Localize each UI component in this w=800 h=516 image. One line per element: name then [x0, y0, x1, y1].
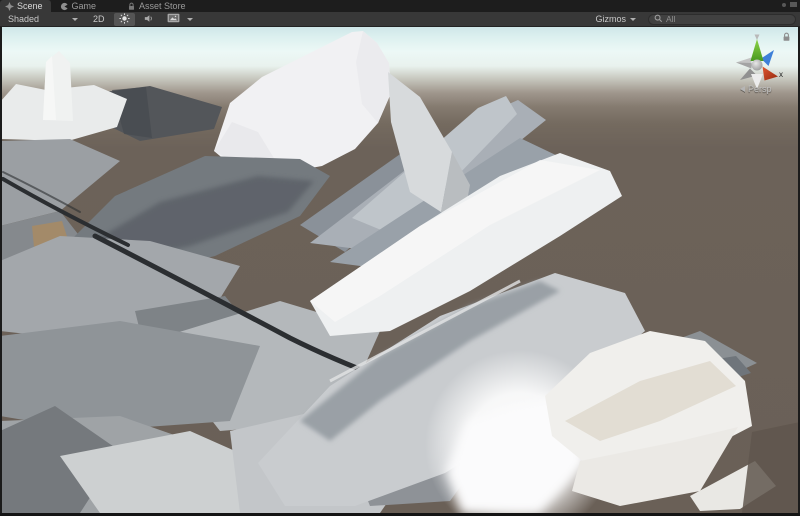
tab-game-label: Game [72, 0, 97, 12]
tab-scene-label: Scene [17, 0, 43, 12]
gizmo-hub[interactable] [752, 60, 763, 71]
lock-icon[interactable] [782, 29, 791, 47]
scene-viewport[interactable]: x Persp [0, 27, 800, 513]
2d-toggle-label: 2D [93, 14, 105, 24]
audio-toggle[interactable] [138, 13, 159, 26]
lighting-toggle[interactable] [114, 13, 135, 26]
gizmo-axis-x-cone[interactable] [763, 67, 779, 81]
shading-mode-dropdown[interactable]: Shaded [4, 13, 82, 26]
viewport-left-edge [0, 27, 2, 513]
search-icon [654, 14, 663, 25]
search-input[interactable]: All [648, 14, 796, 25]
tab-game[interactable]: Game [55, 0, 105, 12]
gizmo-axis-y-cone[interactable] [751, 39, 764, 61]
left-arrow-icon [740, 86, 745, 92]
scene-view-toolbar: Shaded 2D [0, 12, 800, 27]
gizmo-axis-z-cone[interactable] [761, 50, 774, 66]
tab-asset-store-label: Asset Store [139, 0, 186, 12]
panel-lock-icon[interactable] [782, 3, 786, 7]
effects-dropdown-arrow[interactable] [187, 18, 193, 21]
shading-mode-label: Shaded [8, 14, 39, 24]
projection-toggle[interactable]: Persp [740, 84, 772, 94]
panel-tab-bar: Scene Game Asset Store [0, 0, 800, 12]
projection-label: Persp [748, 84, 772, 94]
panel-menu-icon[interactable] [790, 2, 797, 7]
effects-toggle[interactable] [162, 13, 185, 26]
sun-icon [119, 13, 130, 26]
tab-asset-store[interactable]: Asset Store [122, 0, 194, 12]
chevron-down-icon [72, 18, 78, 21]
scene-geometry [0, 27, 800, 513]
speaker-icon [143, 13, 154, 26]
search-filter-label: All [666, 14, 675, 24]
gizmo-axis-left-cone-shade [736, 63, 752, 69]
game-icon [60, 2, 69, 11]
scene-render [0, 27, 800, 513]
2d-toggle[interactable]: 2D [88, 13, 110, 26]
image-icon [167, 13, 180, 25]
asset-store-lock-icon [127, 2, 136, 11]
tab-scene[interactable]: Scene [0, 0, 51, 12]
chevron-down-icon [630, 18, 636, 21]
unity-scene-panel: Scene Game Asset Store Shaded 2D [0, 0, 800, 516]
gizmos-label: Gizmos [595, 14, 626, 24]
gizmos-dropdown[interactable]: Gizmos [591, 13, 640, 26]
scene-icon [5, 2, 14, 11]
gizmo-x-axis-label: x [779, 70, 783, 79]
